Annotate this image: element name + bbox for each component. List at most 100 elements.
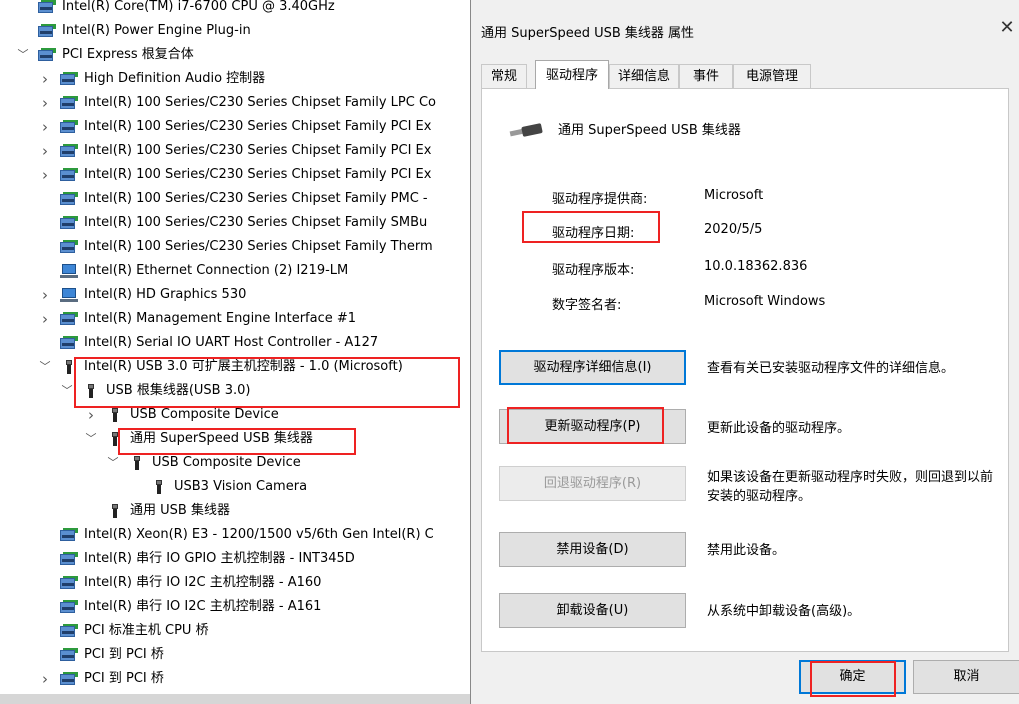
device-icon [60, 120, 78, 134]
device-icon [60, 552, 78, 566]
tree-item[interactable]: › PCI 到 PCI 桥 [0, 667, 470, 691]
device-icon [60, 672, 78, 686]
device-name: 通用 SuperSpeed USB 集线器 [558, 123, 741, 138]
tree-item[interactable]: › High Definition Audio 控制器 [0, 67, 470, 91]
usb-icon [128, 456, 146, 470]
chevron-down-icon[interactable]: ﹀ [38, 355, 52, 379]
tree-item-label: Intel(R) Management Engine Interface #1 [84, 311, 357, 326]
tree-item[interactable]: › Intel(R) 100 Series/C230 Series Chipset… [0, 163, 470, 187]
disable-device-description: 禁用此设备。 [707, 543, 786, 558]
usb-controller-highlight [74, 357, 460, 408]
tree-item-label: Intel(R) 串行 IO GPIO 主机控制器 - INT345D [84, 551, 355, 566]
tree-item[interactable]: Intel(R) 串行 IO GPIO 主机控制器 - INT345D [0, 547, 470, 571]
roll-back-driver-description: 如果该设备在更新驱动程序时失败，则回退到以前安装的驱动程序。 [707, 470, 994, 504]
tree-item[interactable]: Intel(R) Ethernet Connection (2) I219-LM [0, 259, 470, 283]
chevron-down-icon[interactable]: ﹀ [16, 43, 30, 67]
device-icon [38, 24, 56, 38]
tree-item[interactable]: › Intel(R) Management Engine Interface #1 [0, 307, 470, 331]
device-icon [60, 96, 78, 110]
tab-driver[interactable]: 驱动程序 [535, 60, 609, 89]
tree-item-label: Intel(R) 串行 IO I2C 主机控制器 - A160 [84, 575, 322, 590]
update-driver-description: 更新此设备的驱动程序。 [707, 421, 851, 436]
tree-item-label: High Definition Audio 控制器 [84, 71, 266, 86]
close-icon[interactable]: ✕ [996, 16, 1018, 40]
tree-item-label: Intel(R) 100 Series/C230 Series Chipset … [84, 239, 433, 254]
device-icon [60, 144, 78, 158]
tree-item-label: PCI 到 PCI 桥 [84, 671, 164, 686]
tree-item[interactable]: Intel(R) Power Engine Plug-in [0, 19, 470, 43]
chevron-right-icon[interactable]: › [38, 163, 52, 187]
usb-icon [106, 504, 124, 518]
properties-dialog: 通用 SuperSpeed USB 集线器 属性 ✕ 常规 驱动程序 详细信息 … [470, 0, 1019, 704]
tree-item[interactable]: 通用 USB 集线器 [0, 499, 470, 523]
chevron-right-icon[interactable]: › [38, 667, 52, 691]
driver-version-value: 10.0.18362.836 [704, 259, 808, 274]
tree-item[interactable]: Intel(R) 串行 IO I2C 主机控制器 - A161 [0, 595, 470, 619]
device-icon [60, 648, 78, 662]
driver-provider-label: 驱动程序提供商: [552, 192, 648, 207]
tree-item[interactable]: › Intel(R) 100 Series/C230 Series Chipset… [0, 115, 470, 139]
uninstall-device-description: 从系统中卸载设备(高级)。 [707, 604, 861, 619]
tree-item[interactable]: Intel(R) 串行 IO I2C 主机控制器 - A160 [0, 571, 470, 595]
driver-date-highlight [522, 211, 660, 243]
device-icon [60, 192, 78, 206]
tree-item[interactable]: › Intel(R) 100 Series/C230 Series Chipset… [0, 139, 470, 163]
chevron-right-icon[interactable]: › [38, 283, 52, 307]
digital-signer-value: Microsoft Windows [704, 294, 826, 309]
tree-item[interactable]: Intel(R) 100 Series/C230 Series Chipset … [0, 235, 470, 259]
tree-item-label: Intel(R) Ethernet Connection (2) I219-LM [84, 263, 349, 278]
tree-item-label: Intel(R) 串行 IO I2C 主机控制器 - A161 [84, 599, 322, 614]
usb-device-icon [508, 123, 543, 137]
tree-item[interactable]: Intel(R) Core(TM) i7-6700 CPU @ 3.40GHz [0, 0, 470, 19]
device-icon [60, 168, 78, 182]
tree-item-label: Intel(R) HD Graphics 530 [84, 287, 247, 302]
tree-item[interactable]: PCI 到 PCI 桥 [0, 643, 470, 667]
uninstall-device-button[interactable]: 卸载设备(U) [499, 593, 686, 628]
chevron-right-icon[interactable]: › [38, 307, 52, 331]
tree-item[interactable]: Intel(R) 100 Series/C230 Series Chipset … [0, 211, 470, 235]
tree-item[interactable]: Intel(R) 100 Series/C230 Series Chipset … [0, 187, 470, 211]
chevron-right-icon[interactable]: › [38, 91, 52, 115]
tree-item-label: Intel(R) 100 Series/C230 Series Chipset … [84, 191, 428, 206]
device-icon [60, 216, 78, 230]
tree-item[interactable]: PCI 标准主机 CPU 桥 [0, 619, 470, 643]
chevron-down-icon[interactable]: ﹀ [84, 427, 98, 451]
tree-item-label: Intel(R) Core(TM) i7-6700 CPU @ 3.40GHz [62, 0, 335, 14]
chevron-right-icon[interactable]: › [38, 115, 52, 139]
driver-provider-value: Microsoft [704, 188, 764, 203]
tab-events[interactable]: 事件 [679, 64, 733, 88]
tab-general[interactable]: 常规 [481, 64, 527, 88]
cpu-icon [38, 0, 56, 14]
tree-item-label: Intel(R) 100 Series/C230 Series Chipset … [84, 215, 428, 230]
tree-item-label: Intel(R) Serial IO UART Host Controller … [84, 335, 379, 350]
disable-device-button[interactable]: 禁用设备(D) [499, 532, 686, 567]
horizontal-scrollbar[interactable] [0, 694, 470, 704]
chevron-right-icon[interactable]: › [38, 139, 52, 163]
tree-item[interactable]: Intel(R) Xeon(R) E3 - 1200/1500 v5/6th G… [0, 523, 470, 547]
tree-item-label: PCI 标准主机 CPU 桥 [84, 623, 209, 638]
tree-item-label: USB3 Vision Camera [174, 479, 308, 494]
tree-item-label: PCI 到 PCI 桥 [84, 647, 164, 662]
device-tree[interactable]: Intel(R) Core(TM) i7-6700 CPU @ 3.40GHz I… [0, 0, 470, 704]
device-icon [60, 240, 78, 254]
tab-power-management[interactable]: 电源管理 [733, 64, 811, 88]
driver-details-button[interactable]: 驱动程序详细信息(I) [499, 350, 686, 385]
tree-item-label: 通用 USB 集线器 [130, 503, 230, 518]
chevron-right-icon[interactable]: › [38, 67, 52, 91]
tree-item[interactable]: ﹀ PCI Express 根复合体 [0, 43, 470, 67]
driver-version-label: 驱动程序版本: [552, 263, 635, 278]
usb-icon [150, 480, 168, 494]
tree-item[interactable]: USB3 Vision Camera [0, 475, 470, 499]
tree-item[interactable]: Intel(R) Serial IO UART Host Controller … [0, 331, 470, 355]
tree-item[interactable]: › Intel(R) HD Graphics 530 [0, 283, 470, 307]
roll-back-driver-button[interactable]: 回退驱动程序(R) [499, 466, 686, 501]
tree-item-label: Intel(R) Power Engine Plug-in [62, 23, 251, 38]
tree-item[interactable]: › Intel(R) 100 Series/C230 Series Chipset… [0, 91, 470, 115]
device-icon [60, 600, 78, 614]
device-icon [60, 576, 78, 590]
device-icon [60, 72, 78, 86]
device-icon [60, 312, 78, 326]
tab-details[interactable]: 详细信息 [609, 64, 679, 88]
chevron-down-icon[interactable]: ﹀ [60, 379, 74, 403]
cancel-button[interactable]: 取消 [913, 660, 1019, 694]
